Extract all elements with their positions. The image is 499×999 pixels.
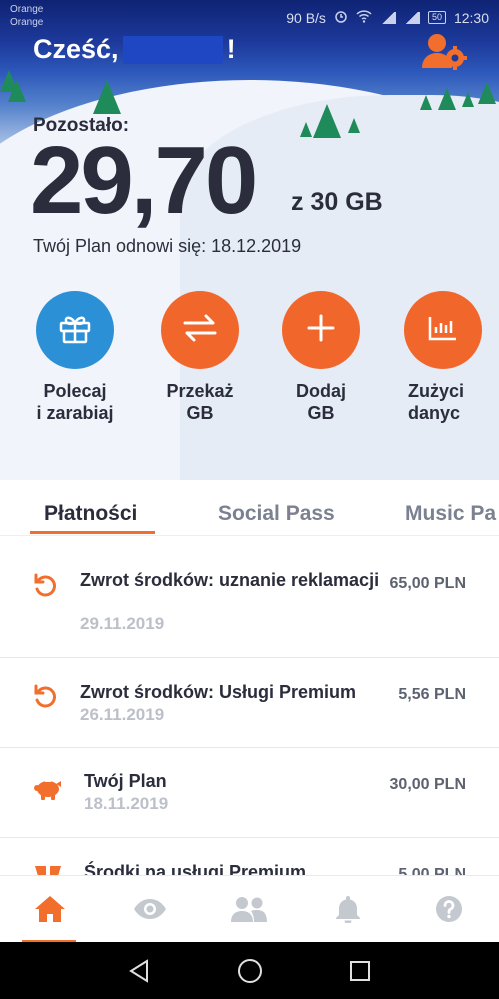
transaction-date: 26.11.2019 bbox=[80, 705, 165, 724]
carrier-name: Orange Orange bbox=[10, 3, 43, 29]
hero-panel: Orange Orange 90 B/s 50 12:30 Cześć, ! P… bbox=[0, 0, 499, 480]
tab-bar: Płatności Social Pass Music Pa bbox=[0, 480, 499, 536]
remaining-data-value: 29,70 bbox=[30, 127, 258, 234]
greeting: Cześć, ! bbox=[33, 34, 236, 65]
carrier-line: Orange bbox=[10, 4, 44, 15]
home-circle-icon[interactable] bbox=[237, 958, 263, 984]
transaction-title: Twój Plan bbox=[84, 771, 167, 791]
status-bar: Orange Orange 90 B/s 50 12:30 bbox=[0, 0, 499, 34]
list-item[interactable]: Twój Plan 18.11.2019 30,00 PLN bbox=[0, 748, 499, 838]
transaction-title: Zwrot środków: Usługi Premium bbox=[80, 682, 357, 702]
refund-icon bbox=[33, 684, 57, 713]
people-icon[interactable] bbox=[229, 894, 269, 924]
transaction-title: Środki na usługi Premium bbox=[84, 862, 307, 875]
action-circle-clip bbox=[404, 291, 486, 369]
back-icon[interactable] bbox=[126, 958, 152, 984]
status-indicators: 90 B/s 50 12:30 bbox=[286, 9, 489, 26]
transaction-date: 29.11.2019 bbox=[80, 614, 165, 633]
action-label-line: Przekaż bbox=[166, 381, 234, 401]
action-label-line: GB bbox=[186, 403, 214, 423]
home-icon[interactable] bbox=[30, 894, 70, 924]
tree-decoration bbox=[438, 88, 456, 110]
redacted-user-name bbox=[122, 35, 223, 64]
list-item[interactable]: Zwrot środków: uznanie reklamacji 29.11.… bbox=[0, 537, 499, 658]
tab-music-pass[interactable]: Music Pa bbox=[405, 502, 496, 526]
action-circle[interactable] bbox=[36, 291, 114, 369]
carrier-line: Orange bbox=[10, 17, 44, 28]
active-tab-indicator bbox=[30, 531, 155, 534]
alarm-icon bbox=[334, 9, 348, 26]
tree-decoration bbox=[8, 80, 26, 102]
plus-icon bbox=[307, 314, 335, 347]
transaction-amount: 30,00 PLN bbox=[389, 776, 466, 793]
action-label: Polecaj i zarabiaj bbox=[20, 380, 130, 424]
action-label-line: danyc bbox=[408, 403, 461, 423]
wifi-icon bbox=[356, 9, 372, 26]
action-refer-and-earn[interactable]: Polecaj i zarabiaj bbox=[20, 291, 130, 424]
user-settings-icon[interactable] bbox=[422, 32, 468, 72]
transaction-amount: 65,00 PLN bbox=[389, 575, 466, 592]
clock: 12:30 bbox=[453, 9, 489, 26]
action-data-usage[interactable]: Zużyci danyc bbox=[384, 291, 499, 424]
transaction-amount: 5,00 PLN bbox=[398, 866, 466, 875]
tree-decoration bbox=[420, 95, 432, 110]
plan-renewal-date: Twój Plan odnowi się: 18.12.2019 bbox=[33, 236, 302, 256]
transfer-arrows-icon bbox=[182, 314, 218, 347]
action-label-line: i zarabiaj bbox=[36, 403, 114, 423]
greeting-suffix: ! bbox=[226, 34, 236, 64]
action-transfer-gb[interactable]: Przekaż GB bbox=[145, 291, 255, 424]
action-circle[interactable] bbox=[404, 291, 482, 369]
action-label-line: Zużyci bbox=[408, 381, 465, 401]
eye-icon[interactable] bbox=[130, 894, 170, 924]
data-total: z 30 GB bbox=[291, 188, 383, 216]
action-label-line: Dodaj bbox=[295, 381, 346, 401]
tab-payments[interactable]: Płatności bbox=[44, 502, 137, 526]
help-icon[interactable] bbox=[429, 894, 469, 924]
tree-decoration bbox=[300, 122, 312, 137]
system-navigation-bar bbox=[0, 942, 499, 999]
refund-icon bbox=[33, 573, 57, 602]
tree-decoration bbox=[313, 104, 341, 138]
store-icon bbox=[33, 864, 63, 875]
signal-icon bbox=[379, 11, 396, 24]
tree-decoration bbox=[478, 82, 496, 104]
action-add-gb[interactable]: Dodaj GB bbox=[266, 291, 376, 424]
bottom-navigation bbox=[0, 875, 499, 943]
transaction-list: Zwrot środków: uznanie reklamacji 29.11.… bbox=[0, 537, 499, 875]
greeting-prefix: Cześć, bbox=[33, 34, 119, 64]
action-circle[interactable] bbox=[282, 291, 360, 369]
transaction-amount: 5,56 PLN bbox=[398, 686, 466, 703]
tree-decoration bbox=[93, 80, 121, 114]
battery-icon: 50 bbox=[427, 11, 446, 24]
tab-social-pass[interactable]: Social Pass bbox=[218, 502, 335, 526]
tree-decoration bbox=[462, 92, 474, 107]
signal-icon bbox=[403, 11, 420, 24]
recents-icon[interactable] bbox=[347, 958, 373, 984]
action-label-line: GB bbox=[307, 403, 335, 423]
bar-chart-icon bbox=[428, 315, 458, 346]
action-label: Zużyci danyc bbox=[384, 380, 499, 424]
action-circle[interactable] bbox=[161, 291, 239, 369]
list-item[interactable]: Zwrot środków: Usługi Premium 26.11.2019… bbox=[0, 658, 499, 748]
action-label: Przekaż GB bbox=[145, 380, 255, 424]
action-label: Dodaj GB bbox=[266, 380, 376, 424]
network-speed: 90 B/s bbox=[286, 9, 326, 26]
tree-decoration bbox=[348, 118, 360, 133]
piggy-bank-icon bbox=[33, 776, 63, 807]
transaction-date: 18.11.2019 bbox=[84, 794, 169, 813]
action-label-line: Polecaj bbox=[43, 381, 107, 401]
gift-icon bbox=[58, 312, 92, 349]
bell-icon[interactable] bbox=[328, 894, 368, 924]
transaction-title: Zwrot środków: uznanie reklamacji bbox=[80, 570, 380, 590]
list-item[interactable]: Środki na usługi Premium 5,00 PLN bbox=[0, 838, 499, 875]
